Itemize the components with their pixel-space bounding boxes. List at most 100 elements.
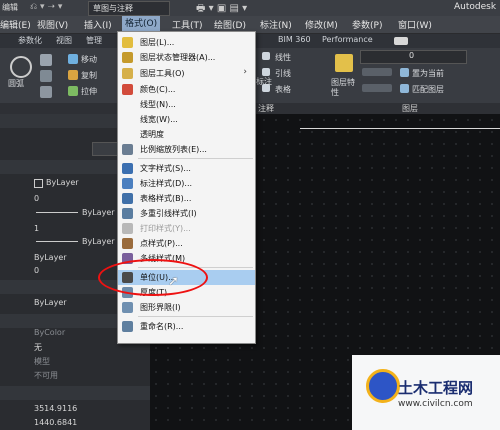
copy-icon[interactable] (68, 70, 78, 80)
format-menu-item-label: 图层工具(O) (140, 69, 185, 78)
layer-tool-icons[interactable] (362, 68, 392, 76)
set-current-icon[interactable] (400, 68, 409, 77)
draw-tool-icon[interactable] (40, 54, 52, 66)
layer-tool-icons-2[interactable] (362, 84, 392, 92)
ribbon-stretch-label[interactable]: 拉伸 (81, 86, 97, 97)
ribbon-arc-label: 圆弧 (8, 79, 24, 88)
ribbon-copy-label[interactable]: 复制 (81, 70, 97, 81)
stretch-icon[interactable] (68, 86, 78, 96)
format-menu-item-0[interactable]: 图层(L)... (118, 35, 255, 50)
annotation-circle (98, 259, 208, 296)
ribbon-linear-label[interactable]: 线性 (275, 52, 291, 63)
ribbon-layer-properties-label[interactable]: 图层特性 (331, 78, 355, 98)
format-menu-item-18[interactable]: 重命名(R)... (118, 319, 255, 334)
layer-properties-icon[interactable] (335, 54, 353, 72)
layers-panel-title[interactable]: 图层 (402, 103, 418, 114)
format-menu-item-5[interactable]: 线宽(W)... (118, 112, 255, 127)
format-menu-item-label: 颜色(C)... (140, 85, 176, 94)
format-menu-item-12[interactable]: 打印样式(Y)... (118, 221, 255, 236)
workspace-label: 草图与注释 (93, 4, 133, 13)
menu-dimension[interactable]: 标注(N) (260, 18, 292, 31)
menu-view[interactable]: 视图(V) (37, 18, 68, 31)
format-menu-item-label: 重命名(R)... (140, 322, 184, 331)
format-menu-item-label: 线宽(W)... (140, 115, 178, 124)
format-menu-item-10[interactable]: 表格样式(B)... (118, 191, 255, 206)
ribbon-table-label[interactable]: 表格 (275, 84, 291, 95)
layer-icon (122, 37, 133, 48)
center-x-value: 3514.9116 (34, 404, 78, 413)
move-icon[interactable] (68, 54, 78, 64)
menu-parametric[interactable]: 参数(P) (352, 18, 382, 31)
format-menu-item-13[interactable]: 点样式(P)... (118, 236, 255, 251)
leader-icon[interactable] (262, 68, 270, 76)
plot-attached-value: 不可用 (34, 371, 58, 380)
annotation-panel-title[interactable]: 注释 (258, 103, 274, 114)
format-menu-item-11[interactable]: 多重引线样式(I) (118, 206, 255, 221)
text-style-icon (122, 163, 133, 174)
format-menu-item-6[interactable]: 透明度 (118, 127, 255, 142)
tab-manage[interactable]: 管理 (86, 35, 102, 46)
menu-tools[interactable]: 工具(T) (172, 18, 203, 31)
format-menu-item-label: 比例缩放列表(E)... (140, 145, 207, 154)
menu-window[interactable]: 窗口(W) (398, 18, 432, 31)
format-menu-item-label: 图层(L)... (140, 38, 175, 47)
format-menu-item-17[interactable]: 图形界限(I) (118, 300, 255, 315)
lineweight-value: ByLayer (82, 237, 115, 246)
dim-style-icon (122, 178, 133, 189)
material-value: ByLayer (34, 298, 67, 307)
ribbon-leader-label[interactable]: 引线 (275, 68, 291, 79)
plot-style-icon (122, 223, 133, 234)
format-menu-item-label: 打印样式(Y)... (140, 224, 191, 233)
lineweight-preview (36, 241, 78, 242)
ribbon-set-current-label[interactable]: 置为当前 (412, 68, 444, 79)
layer-value: 0 (34, 194, 40, 203)
tab-options-icon[interactable] (394, 37, 408, 45)
tab-parametric[interactable]: 参数化 (18, 35, 42, 46)
tab-view[interactable]: 视图 (56, 35, 72, 46)
format-menu-item-label: 图形界限(I) (140, 303, 181, 312)
watermark-title: 土木工程网 (398, 379, 474, 397)
point-style-icon (122, 238, 133, 249)
tab-performance[interactable]: Performance (322, 35, 373, 44)
ribbon-move-label[interactable]: 移动 (81, 54, 97, 65)
format-menu-item-label: 标注样式(D)... (140, 179, 193, 188)
menu-edit[interactable]: 编辑(E) (0, 18, 31, 31)
format-menu-item-9[interactable]: 标注样式(D)... (118, 176, 255, 191)
quick-access-icons[interactable]: ⎌ ▾ ➝ ▾ (30, 2, 62, 12)
table-style-icon (122, 193, 133, 204)
format-menu-item-label: 表格样式(B)... (140, 194, 192, 203)
view-section-header[interactable] (0, 386, 150, 400)
drawn-line[interactable] (300, 128, 500, 129)
linetype-scale-value: 1 (34, 224, 40, 233)
arc-icon[interactable] (10, 56, 32, 78)
ribbon-dimension-label[interactable]: 标注 (256, 76, 272, 87)
format-menu-item-label: 线型(N)... (140, 100, 176, 109)
limits-icon (122, 302, 133, 313)
menu-draw[interactable]: 绘图(D) (214, 18, 246, 31)
format-menu-item-4[interactable]: 线型(N)... (118, 97, 255, 112)
menu-modify[interactable]: 修改(M) (305, 18, 338, 31)
ribbon-match-layer-label[interactable]: 匹配图层 (412, 84, 444, 95)
app-title: Autodesk (454, 2, 497, 12)
tab-bim360[interactable]: BIM 360 (278, 35, 311, 44)
workspace-dropdown[interactable]: 草图与注释 (88, 1, 170, 16)
draw-tool-icon-2[interactable] (40, 70, 52, 82)
format-menu-item-8[interactable]: 文字样式(S)... (118, 161, 255, 176)
format-menu-item-3[interactable]: 颜色(C)... (118, 82, 255, 97)
format-menu-item-1[interactable]: 图层状态管理器(A)... (118, 50, 255, 65)
linear-dim-icon[interactable] (262, 52, 270, 60)
format-menu-item-7[interactable]: 比例缩放列表(E)... (118, 142, 255, 157)
layer-tools-icon (122, 68, 133, 79)
format-menu-item-label: 多重引线样式(I) (140, 209, 197, 218)
layer-dropdown[interactable]: 0 (360, 50, 467, 64)
title-bar: 编辑 ⎌ ▾ ➝ ▾ 草图与注释 🖶 ▾ ▣ ▤ ▾ Autodesk (0, 0, 500, 16)
format-menu-item-2[interactable]: 图层工具(O) › (118, 66, 255, 81)
format-menu-item-label: 文字样式(S)... (140, 164, 191, 173)
draw-tool-icon-3[interactable] (40, 86, 52, 98)
format-menu-item-label: 透明度 (140, 130, 164, 139)
mleader-style-icon (122, 208, 133, 219)
menu-separator (138, 316, 253, 317)
match-layer-icon[interactable] (400, 84, 409, 93)
color-value: ByLayer (46, 178, 79, 187)
menu-insert[interactable]: 插入(I) (84, 18, 112, 31)
